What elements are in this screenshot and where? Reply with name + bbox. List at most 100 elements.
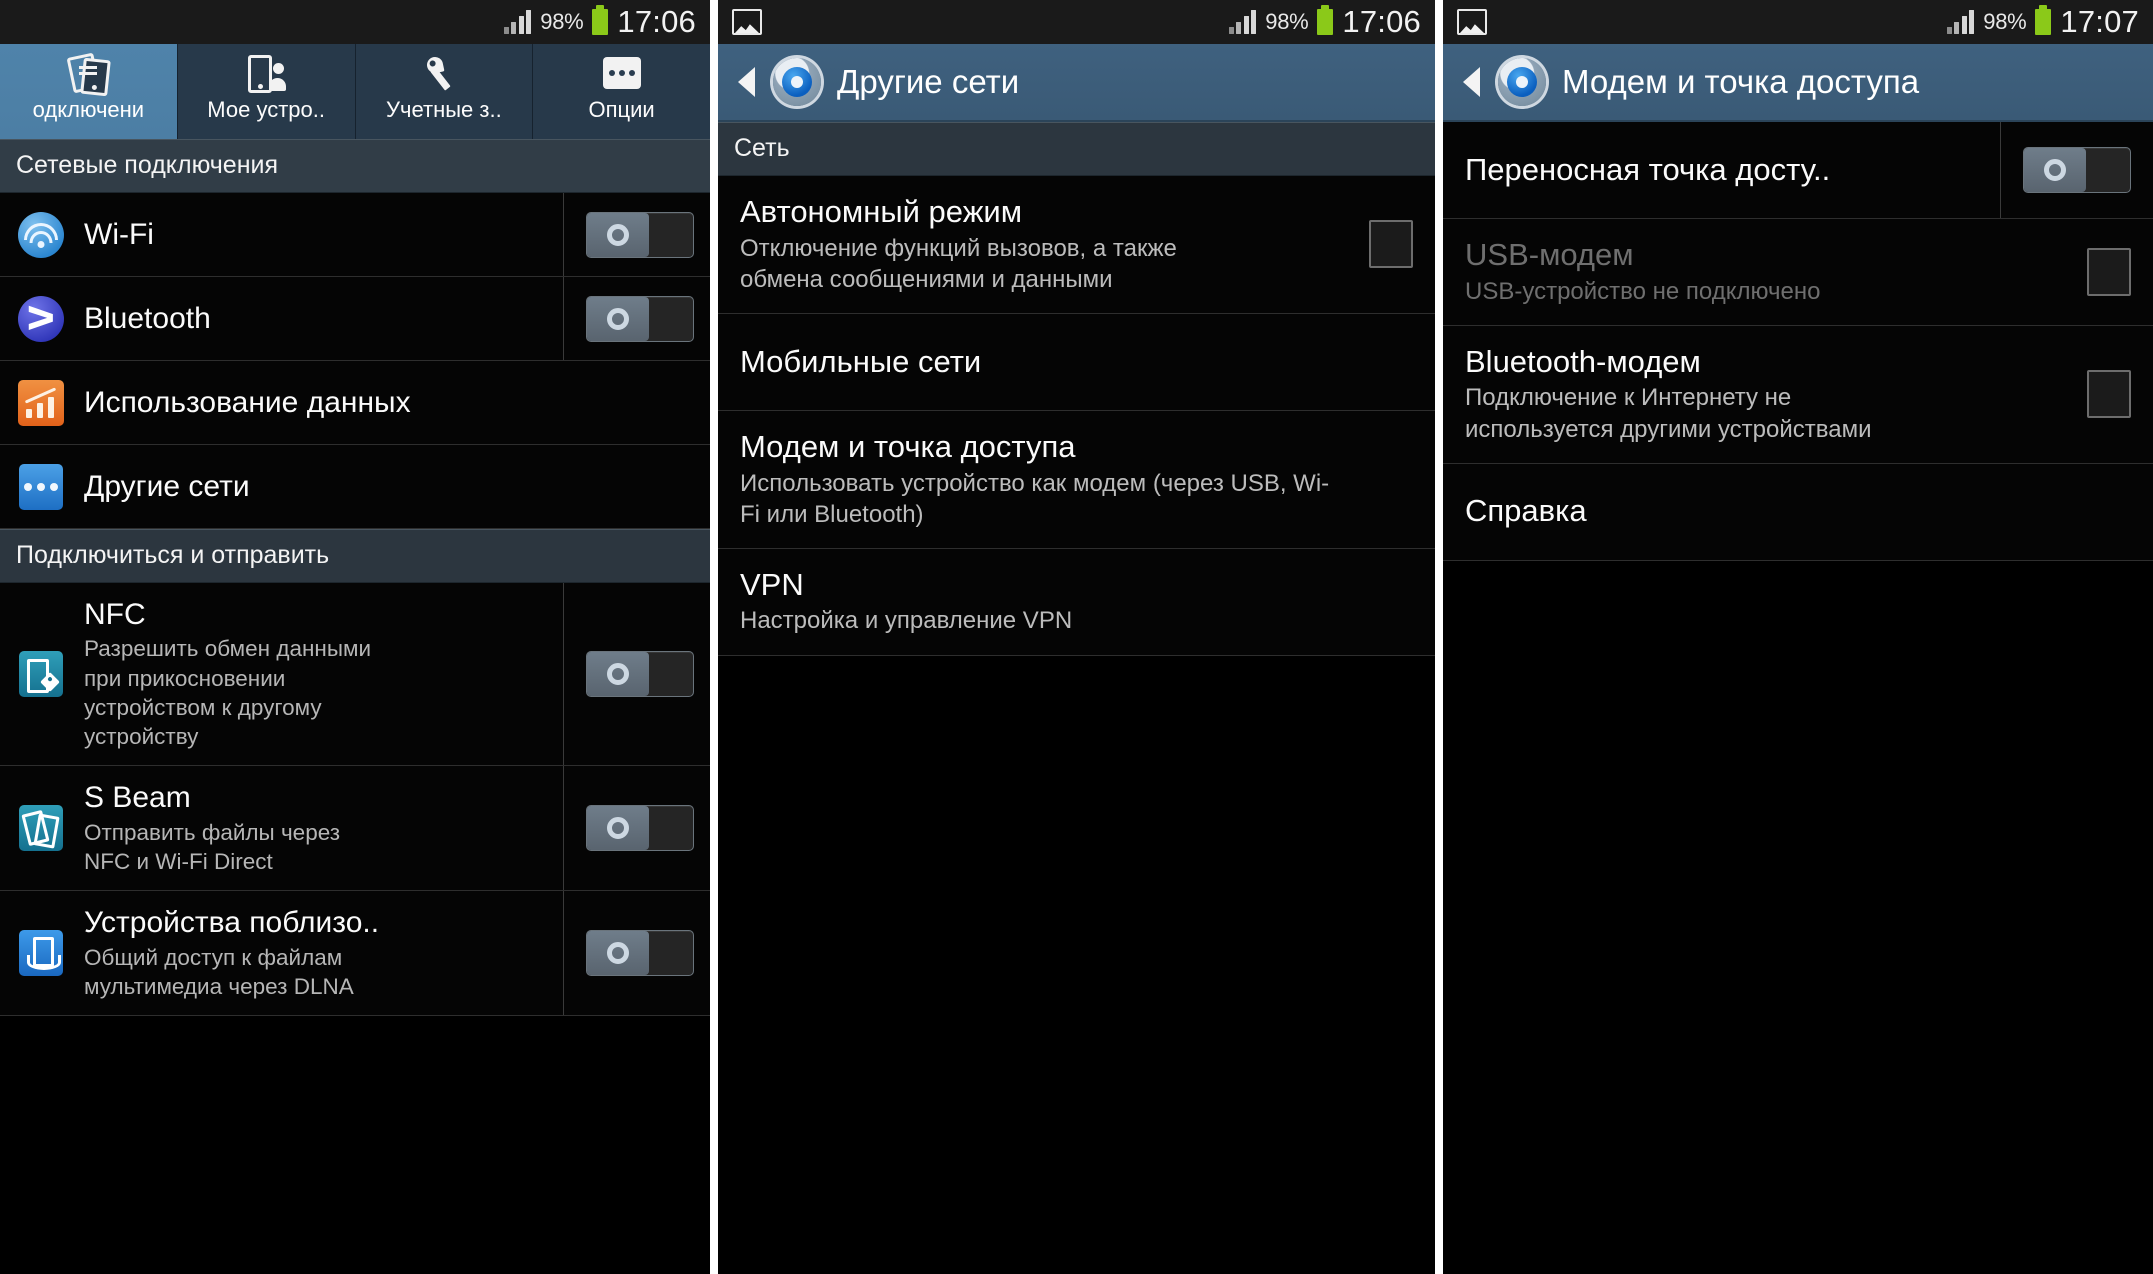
list-item-portable-hotspot[interactable]: Переносная точка досту.. <box>1443 122 2153 219</box>
battery-percent-label: 98% <box>540 9 584 34</box>
tab-more-options[interactable]: Опции <box>533 44 710 139</box>
status-bar-right-panel2: 98% 17:06 <box>1228 4 1421 40</box>
list-item-tethering-hotspot-subtitle: Использовать устройство как модем (через… <box>740 469 1330 528</box>
action-bar-other-networks: Другие сети <box>718 44 1435 122</box>
list-item-data-usage-title: Использование данных <box>84 385 411 419</box>
list-item-usb-tethering-title: USB-модем <box>1465 237 1634 272</box>
battery-percent-label: 98% <box>1265 9 1309 34</box>
list-item-other-networks-text: Другие сети <box>84 455 694 518</box>
signal-strength-icon <box>1228 10 1257 34</box>
portable-hotspot-toggle-cell <box>2000 122 2131 218</box>
nfc-toggle-cell <box>563 583 694 766</box>
signal-strength-icon <box>503 10 532 34</box>
panel-tethering-hotspot: 98% 17:07 Модем и точка доступа Переносн… <box>1443 0 2153 1274</box>
list-item-bluetooth[interactable]: ᐳ Bluetooth <box>0 277 710 361</box>
list-item-mobile-networks-text: Мобильные сети <box>740 326 1413 399</box>
list-item-data-usage-text: Использование данных <box>84 371 694 434</box>
battery-icon <box>1317 5 1334 35</box>
tab-my-device[interactable]: Мое устро.. <box>177 44 356 139</box>
list-item-bluetooth-tethering-title: Bluetooth-модем <box>1465 343 1701 379</box>
settings-gear-icon <box>773 58 821 106</box>
tab-connections[interactable]: одключени <box>0 44 178 139</box>
battery-icon <box>2035 5 2052 35</box>
list-item-tethering-hotspot[interactable]: Модем и точка доступа Использовать устро… <box>718 410 1435 549</box>
status-bar-panel2: 98% 17:06 <box>718 0 1435 44</box>
list-item-s-beam-subtitle: Отправить файлы через NFC и Wi-Fi Direct <box>84 819 341 875</box>
list-item-s-beam-text: S Beam Отправить файлы через NFC и Wi-Fi… <box>84 766 563 890</box>
usb-tethering-checkbox <box>2087 247 2131 296</box>
status-bar-right-panel1: 98% 17:06 <box>503 4 696 40</box>
screenshot-triptych: 98% 17:06 одключени Мое устро.. Учетные … <box>0 0 2153 1274</box>
s-beam-toggle[interactable] <box>586 805 694 852</box>
tab-more-options-label: Опции <box>588 97 655 122</box>
bluetooth-toggle[interactable] <box>586 295 694 342</box>
list-item-nfc[interactable]: NFC Разрешить обмен данными при прикосно… <box>0 583 710 767</box>
list-item-vpn[interactable]: VPN Настройка и управление VPN <box>718 548 1435 656</box>
list-item-airplane-mode[interactable]: Автономный режим Отключение функций вызо… <box>718 176 1435 314</box>
status-bar-panel3: 98% 17:07 <box>1443 0 2153 44</box>
list-item-other-networks-title: Другие сети <box>84 469 250 503</box>
list-item-wifi-title: Wi-Fi <box>84 217 154 251</box>
list-item-airplane-mode-text: Автономный режим Отключение функций вызо… <box>740 176 1347 313</box>
usb-tethering-checkbox-cell <box>2065 219 2131 325</box>
list-item-nfc-subtitle: Разрешить обмен данными при прикосновени… <box>84 636 372 750</box>
nearby-devices-icon <box>16 930 66 977</box>
list-item-vpn-subtitle: Настройка и управление VPN <box>740 607 1073 635</box>
airplane-mode-checkbox[interactable] <box>1369 220 1413 269</box>
list-item-s-beam-title: S Beam <box>84 781 191 815</box>
photo-icon <box>1457 9 1487 35</box>
list-item-usb-tethering: USB-модем USB-устройство не подключено <box>1443 219 2153 326</box>
list-item-bluetooth-text: Bluetooth <box>84 287 563 350</box>
wifi-icon <box>16 211 66 258</box>
list-item-airplane-mode-title: Автономный режим <box>740 194 1023 229</box>
list-item-bluetooth-tethering[interactable]: Bluetooth-модем Подключение к Интернету … <box>1443 325 2153 464</box>
list-item-data-usage[interactable]: Использование данных <box>0 361 710 445</box>
list-item-help[interactable]: Справка <box>1443 463 2153 561</box>
status-bar-left-panel2 <box>732 9 762 35</box>
list-item-airplane-mode-subtitle: Отключение функций вызовов, а также обме… <box>740 234 1177 293</box>
clock-label: 17:06 <box>617 4 696 39</box>
bluetooth-tethering-checkbox-cell <box>2065 326 2131 463</box>
my-device-icon <box>246 51 287 95</box>
status-bar-panel1: 98% 17:06 <box>0 0 710 44</box>
panel-divider-1 <box>710 0 718 1274</box>
list-item-other-networks[interactable]: Другие сети <box>0 445 710 529</box>
nfc-toggle[interactable] <box>586 651 694 698</box>
settings-gear-icon <box>1498 58 1546 106</box>
list-item-portable-hotspot-title: Переносная точка досту.. <box>1465 151 1831 187</box>
list-item-s-beam[interactable]: S Beam Отправить файлы через NFC и Wi-Fi… <box>0 766 710 892</box>
tab-my-device-label: Мое устро.. <box>207 97 325 122</box>
list-item-usb-tethering-text: USB-модем USB-устройство не подключено <box>1465 219 2065 325</box>
wifi-toggle[interactable] <box>586 211 694 258</box>
back-chevron-icon[interactable] <box>738 67 755 97</box>
battery-icon <box>592 5 609 35</box>
list-item-tethering-hotspot-title: Модем и точка доступа <box>740 428 1076 464</box>
portable-hotspot-toggle[interactable] <box>2023 147 2131 193</box>
list-item-usb-tethering-subtitle: USB-устройство не подключено <box>1465 277 1821 305</box>
other-networks-icon <box>16 463 66 510</box>
list-item-bluetooth-title: Bluetooth <box>84 301 211 335</box>
tab-accounts-label: Учетные з.. <box>386 97 502 122</box>
panel-settings-connections: 98% 17:06 одключени Мое устро.. Учетные … <box>0 0 710 1274</box>
bluetooth-toggle-cell <box>563 277 694 360</box>
list-item-mobile-networks[interactable]: Мобильные сети <box>718 313 1435 411</box>
page-title: Другие сети <box>837 63 1020 100</box>
list-item-vpn-text: VPN Настройка и управление VPN <box>740 549 1413 655</box>
battery-percent-label: 98% <box>1983 9 2027 34</box>
list-item-vpn-title: VPN <box>740 566 804 602</box>
list-item-nearby-devices[interactable]: Устройства поблизо.. Общий доступ к файл… <box>0 891 710 1017</box>
s-beam-icon <box>16 805 66 852</box>
connections-icon <box>66 51 112 97</box>
action-bar-tethering-hotspot: Модем и точка доступа <box>1443 44 2153 122</box>
bluetooth-tethering-checkbox[interactable] <box>2087 370 2131 419</box>
list-item-help-title: Справка <box>1465 493 1587 529</box>
nearby-devices-toggle[interactable] <box>586 930 694 977</box>
signal-strength-icon <box>1946 10 1975 34</box>
page-title: Модем и точка доступа <box>1562 63 1920 100</box>
back-chevron-icon[interactable] <box>1463 67 1480 97</box>
tab-accounts[interactable]: Учетные з.. <box>355 44 534 139</box>
list-item-wifi[interactable]: Wi-Fi <box>0 193 710 277</box>
list-item-nearby-devices-subtitle: Общий доступ к файлам мультимедиа через … <box>84 944 354 999</box>
list-item-portable-hotspot-text: Переносная точка досту.. <box>1465 134 2000 207</box>
nfc-icon <box>16 651 66 698</box>
